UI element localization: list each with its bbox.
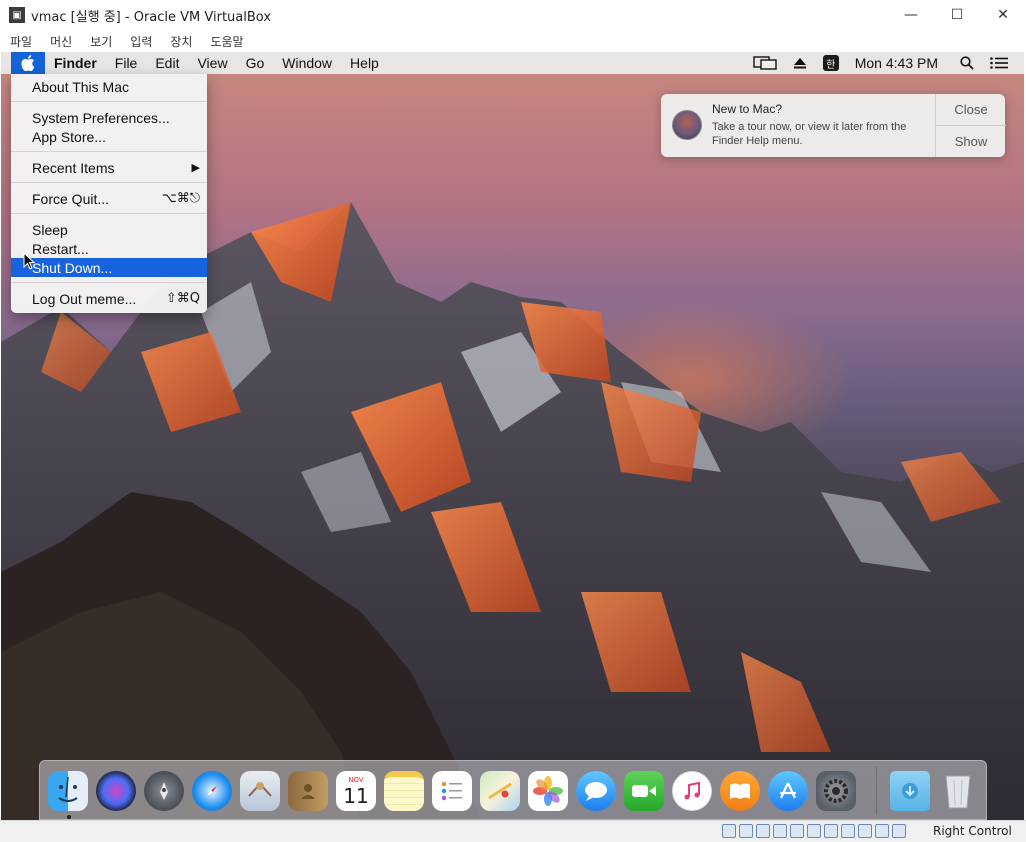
- optical-drive-icon[interactable]: [739, 824, 753, 838]
- system-preferences-icon[interactable]: [816, 771, 856, 811]
- menu-edit[interactable]: Edit: [155, 55, 179, 71]
- launchpad-icon[interactable]: [144, 771, 184, 811]
- macos-sierra-icon: [672, 110, 702, 140]
- reminders-icon[interactable]: [432, 771, 472, 811]
- apple-menu-button[interactable]: [11, 52, 45, 74]
- vbox-menu-help[interactable]: 도움말: [210, 33, 243, 50]
- menu-item-app-store[interactable]: App Store...: [11, 127, 207, 146]
- mail-icon[interactable]: [240, 771, 280, 811]
- mouse-integration-icon[interactable]: [875, 824, 889, 838]
- menu-separator: [11, 101, 207, 103]
- menu-view[interactable]: View: [197, 55, 227, 71]
- contacts-icon[interactable]: [288, 771, 328, 811]
- virtualbox-app-icon[interactable]: ▣: [9, 7, 25, 23]
- vbox-title-bar: ▣ vmac [실행 중] - Oracle VM VirtualBox — ☐…: [0, 0, 1026, 30]
- dock-separator: [876, 767, 877, 815]
- notes-icon[interactable]: [384, 771, 424, 811]
- menu-item-restart[interactable]: Restart...: [11, 239, 207, 258]
- window-controls: — ☐ ✕: [888, 0, 1026, 30]
- vbox-menu-machine[interactable]: 머신: [50, 33, 72, 50]
- guest-screen[interactable]: Finder File Edit View Go Window Help 한 M…: [1, 52, 1024, 820]
- eject-icon[interactable]: [793, 57, 807, 69]
- video-capture-icon[interactable]: [841, 824, 855, 838]
- notification-body: Take a tour now, or view it later from t…: [712, 121, 907, 147]
- menu-window[interactable]: Window: [282, 55, 332, 71]
- finder-icon[interactable]: [48, 771, 88, 811]
- menu-help[interactable]: Help: [350, 55, 379, 71]
- vbox-menu-input[interactable]: 입력: [130, 33, 152, 50]
- notification-banner[interactable]: New to Mac? Take a tour now, or view it …: [661, 94, 1006, 157]
- menu-bar-clock[interactable]: Mon 4:43 PM: [855, 55, 938, 71]
- audio-icon[interactable]: [756, 824, 770, 838]
- menu-item-about-this-mac[interactable]: About This Mac: [11, 77, 207, 96]
- notification-center-icon[interactable]: [990, 57, 1008, 69]
- apple-dropdown-menu: About This Mac System Preferences... App…: [11, 74, 207, 313]
- vbox-status-bar: Right Control: [0, 820, 1026, 842]
- close-window-button[interactable]: ✕: [980, 0, 1026, 30]
- notification-actions: Close Show: [935, 94, 1006, 157]
- input-source-icon[interactable]: 한: [822, 55, 839, 71]
- ibooks-icon[interactable]: [720, 771, 760, 811]
- maps-icon[interactable]: [480, 771, 520, 811]
- menu-go[interactable]: Go: [246, 55, 265, 71]
- shared-folders-icon[interactable]: [807, 824, 821, 838]
- facetime-icon[interactable]: [624, 771, 664, 811]
- cpu-icon[interactable]: [858, 824, 872, 838]
- display-mirroring-icon[interactable]: [753, 56, 777, 70]
- menu-bar-extras: 한 Mon 4:43 PM: [753, 52, 1024, 74]
- usb-icon[interactable]: [790, 824, 804, 838]
- notification-show-button[interactable]: Show: [936, 125, 1006, 157]
- vbox-menu-devices[interactable]: 장치: [170, 33, 192, 50]
- spotlight-search-icon[interactable]: [960, 56, 974, 70]
- menu-item-system-preferences[interactable]: System Preferences...: [11, 108, 207, 127]
- menu-separator: [11, 282, 207, 284]
- menu-finder[interactable]: Finder: [54, 55, 97, 71]
- itunes-icon[interactable]: [672, 771, 712, 811]
- apple-logo-icon: [21, 55, 35, 71]
- force-quit-shortcut: ⌥⌘⎋: [161, 191, 200, 206]
- notification-close-button[interactable]: Close: [936, 94, 1006, 125]
- display-icon[interactable]: [824, 824, 838, 838]
- mouse-pointer-icon: [23, 252, 35, 270]
- safari-icon[interactable]: [192, 771, 232, 811]
- menu-item-sleep[interactable]: Sleep: [11, 220, 207, 239]
- mac-menu-bar: Finder File Edit View Go Window Help 한 M…: [1, 52, 1024, 74]
- trash-icon[interactable]: [938, 771, 978, 811]
- maximize-button[interactable]: ☐: [934, 0, 980, 30]
- window-title: vmac [실행 중] - Oracle VM VirtualBox: [31, 9, 272, 25]
- menu-separator: [11, 182, 207, 184]
- messages-icon[interactable]: [576, 771, 616, 811]
- dock: NOV 11: [39, 760, 987, 820]
- hard-disk-icon[interactable]: [722, 824, 736, 838]
- submenu-arrow-icon: ▶: [191, 161, 200, 174]
- vbox-menu-bar: 파일 머신 보기 입력 장치 도움말: [0, 30, 1026, 52]
- menu-file[interactable]: File: [115, 55, 138, 71]
- menu-item-log-out[interactable]: Log Out meme... ⇧⌘Q: [11, 289, 207, 308]
- menu-separator: [11, 151, 207, 153]
- minimize-button[interactable]: —: [888, 0, 934, 30]
- keyboard-capture-icon[interactable]: [892, 824, 906, 838]
- host-key-label: Right Control: [933, 824, 1012, 838]
- log-out-shortcut: ⇧⌘Q: [165, 291, 200, 306]
- menu-item-recent-items[interactable]: Recent Items ▶: [11, 158, 207, 177]
- vbox-menu-view[interactable]: 보기: [90, 33, 112, 50]
- network-icon[interactable]: [773, 824, 787, 838]
- downloads-folder-icon[interactable]: [890, 771, 930, 811]
- menu-item-shut-down[interactable]: Shut Down...: [11, 258, 207, 277]
- menu-separator: [11, 213, 207, 215]
- notification-title: New to Mac?: [712, 102, 783, 116]
- photos-icon[interactable]: [528, 771, 568, 811]
- app-store-icon[interactable]: [768, 771, 808, 811]
- device-indicators: [722, 824, 909, 838]
- running-indicator: [67, 815, 71, 819]
- siri-icon[interactable]: [96, 771, 136, 811]
- vbox-menu-file[interactable]: 파일: [10, 33, 32, 50]
- calendar-icon[interactable]: NOV 11: [336, 771, 376, 811]
- menu-item-force-quit[interactable]: Force Quit... ⌥⌘⎋: [11, 189, 207, 208]
